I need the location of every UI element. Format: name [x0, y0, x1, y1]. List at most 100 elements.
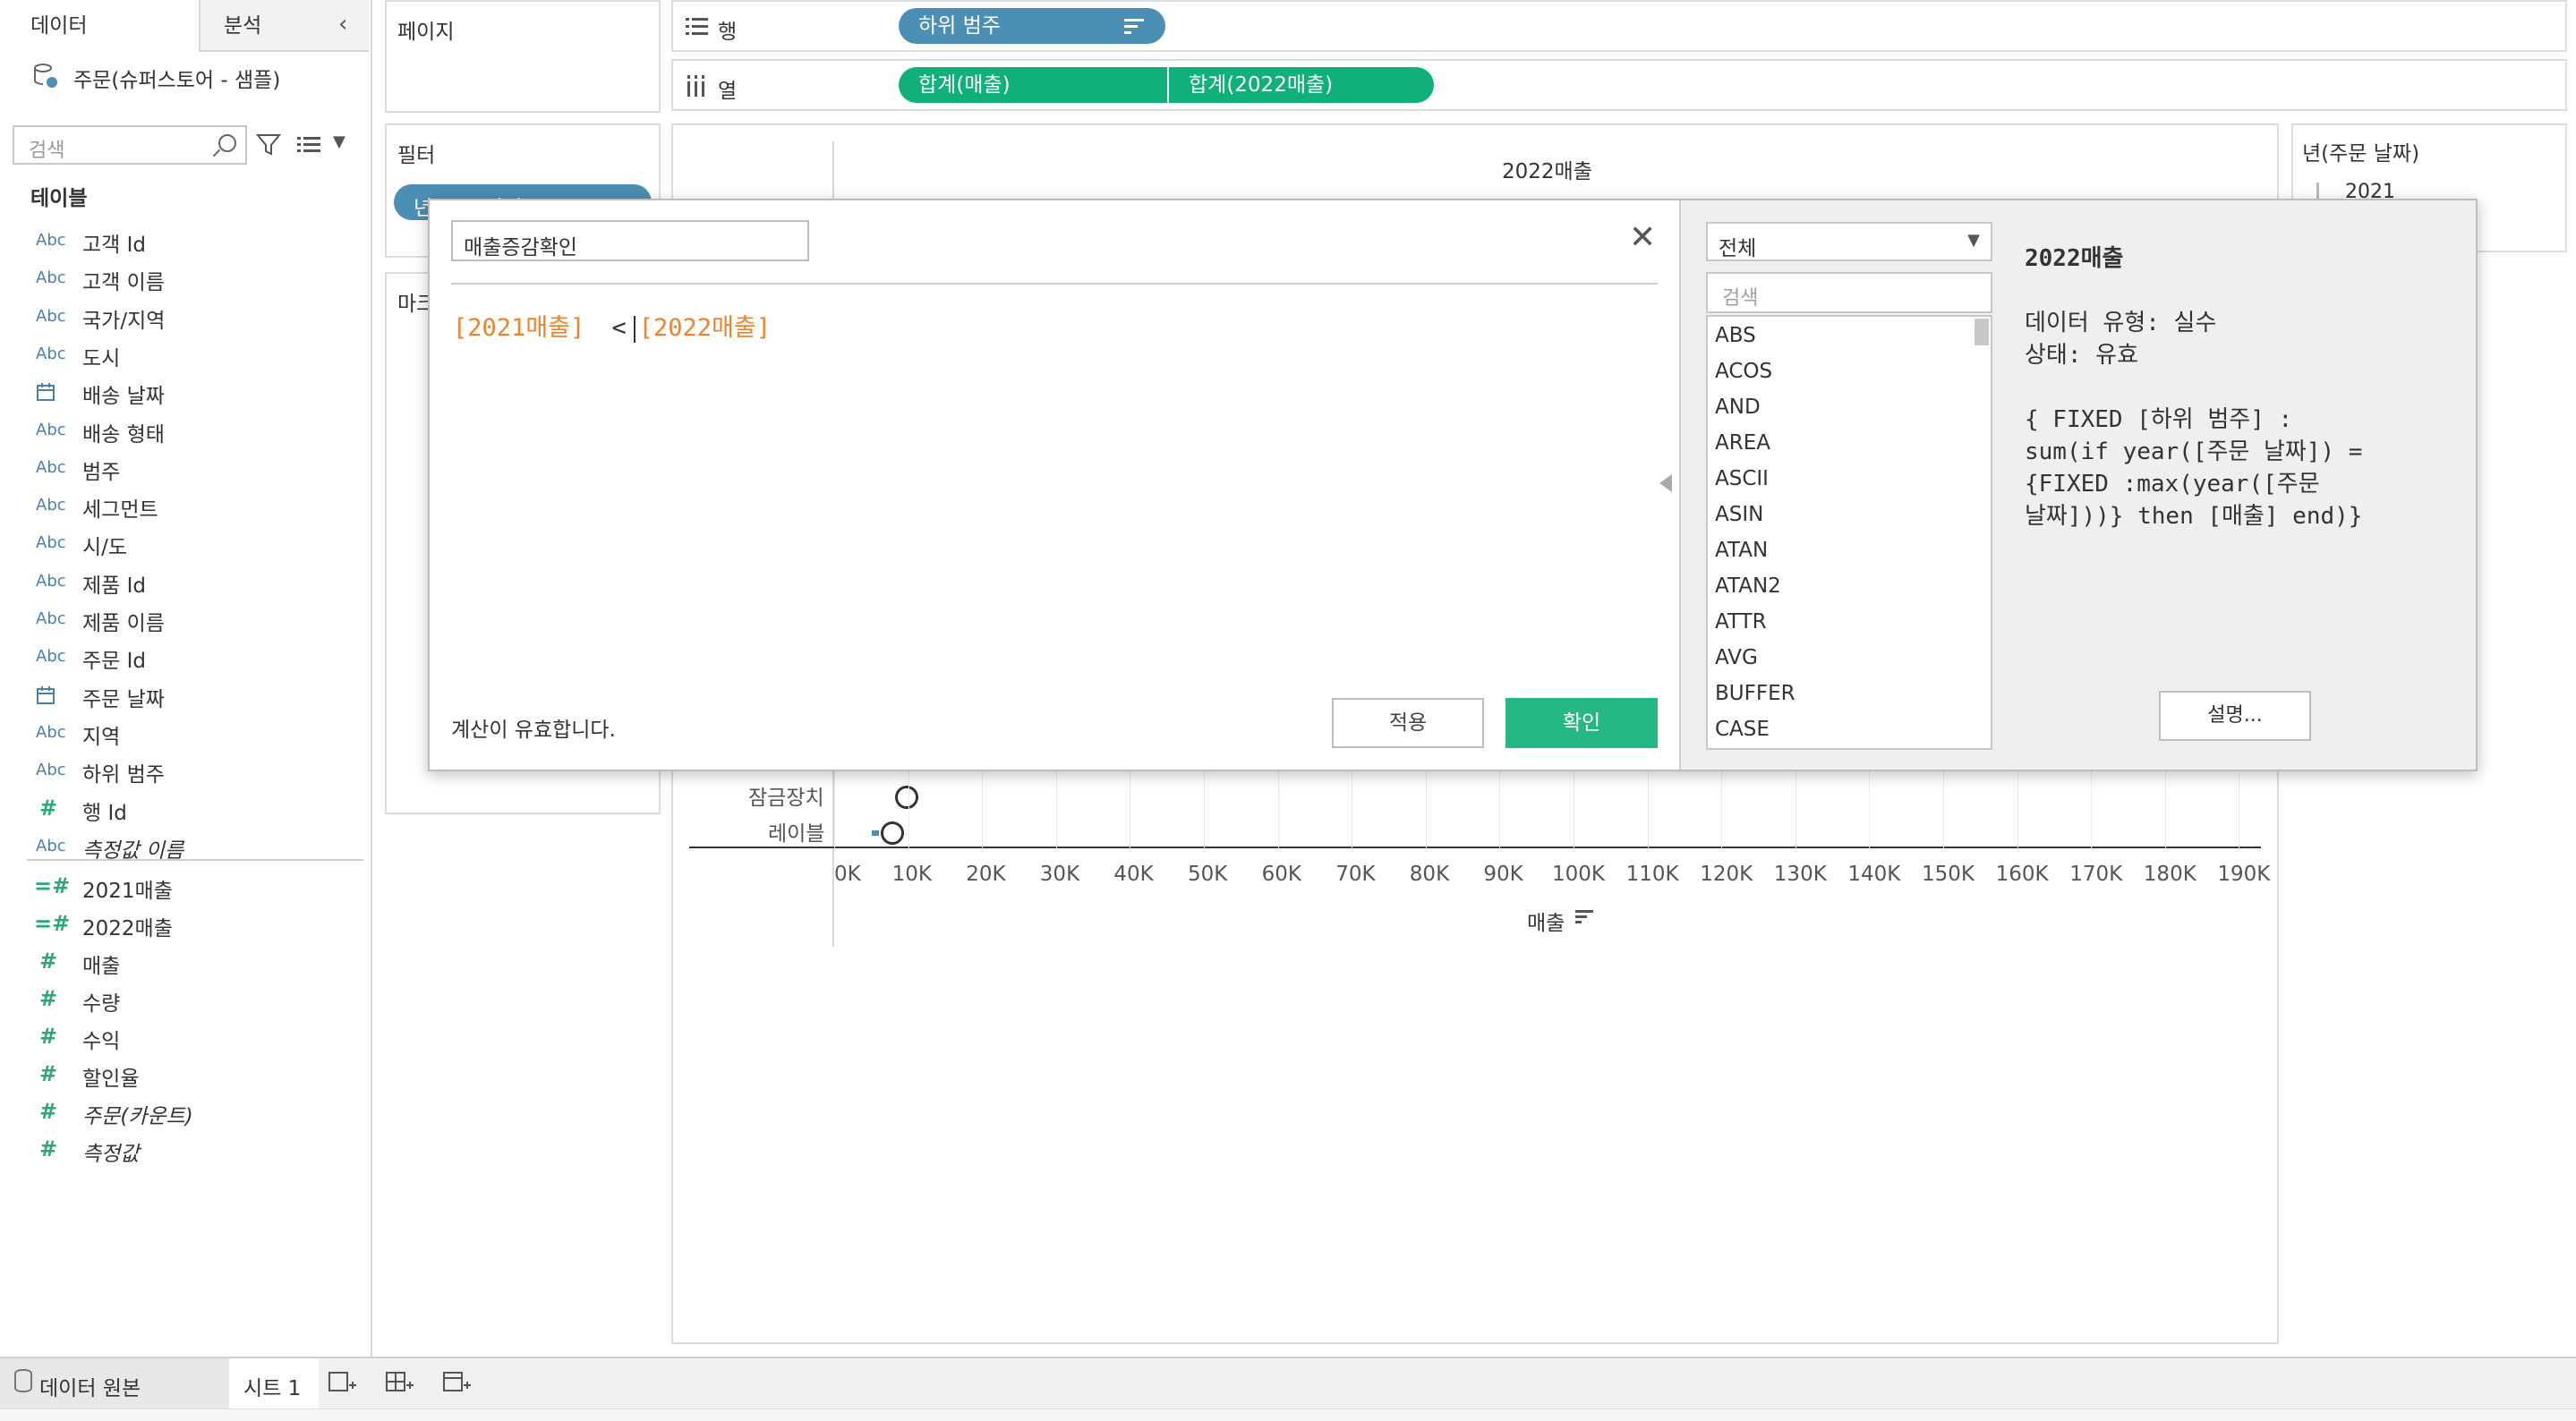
- close-icon[interactable]: ✕: [1629, 222, 1656, 254]
- field-name: 하위 범주: [82, 763, 165, 787]
- field-name: 측정값: [82, 1143, 140, 1166]
- view-list-icon[interactable]: [295, 132, 322, 157]
- field-item[interactable]: =# 2022매출: [0, 906, 367, 943]
- field-item[interactable]: # 수량: [0, 981, 367, 1018]
- measure-icon: #: [39, 986, 58, 1011]
- field-name: 세그먼트: [82, 498, 158, 523]
- field-name: 고객 Id: [82, 234, 147, 257]
- function-item[interactable]: ATAN: [1715, 539, 1768, 562]
- function-item[interactable]: ASCII: [1715, 467, 1769, 490]
- gridline: [1204, 770, 1205, 848]
- field-item[interactable]: Abc 시/도: [0, 524, 367, 562]
- function-item[interactable]: AND: [1715, 396, 1761, 419]
- field-item[interactable]: Abc 고객 이름: [0, 260, 367, 297]
- field-item[interactable]: # 주문(카운트): [0, 1093, 367, 1131]
- field-item[interactable]: # 매출: [0, 943, 367, 981]
- field-name: 배송 날짜: [82, 385, 165, 409]
- field-item[interactable]: Abc 국가/지역: [0, 298, 367, 336]
- rows-pill-subcategory[interactable]: 하위 범주: [899, 8, 1165, 44]
- function-item[interactable]: BUFFER: [1715, 682, 1796, 705]
- field-search-input[interactable]: 검색: [13, 125, 247, 165]
- field-item[interactable]: =# 2021매출: [0, 868, 367, 906]
- new-dashboard-icon[interactable]: [385, 1369, 415, 1396]
- new-story-icon[interactable]: [442, 1369, 473, 1396]
- sort-icon: [1124, 19, 1144, 34]
- field-item[interactable]: Abc 지역: [0, 714, 367, 752]
- help-line: 날짜]))} then [매출] end)}: [2025, 503, 2363, 530]
- field-item[interactable]: Abc 제품 이름: [0, 600, 367, 638]
- rows-label: 행: [718, 21, 738, 44]
- function-item[interactable]: ABS: [1715, 324, 1756, 347]
- axis-tick-label: 180K: [2143, 863, 2196, 886]
- function-item[interactable]: AVG: [1715, 646, 1758, 669]
- field-item[interactable]: Abc 하위 범주: [0, 752, 367, 789]
- string-type-icon: Abc: [36, 420, 66, 439]
- field-name: 2022매출: [82, 917, 173, 940]
- scrollbar-thumb[interactable]: [1975, 319, 1989, 345]
- function-item[interactable]: ATAN2: [1715, 574, 1781, 598]
- field-item[interactable]: Abc 주문 Id: [0, 638, 367, 676]
- field-item[interactable]: # 행 Id: [0, 790, 367, 828]
- date-type-icon: [36, 685, 55, 710]
- function-item[interactable]: ACOS: [1715, 360, 1772, 383]
- field-item[interactable]: 배송 날짜: [0, 373, 367, 411]
- datasource-tab[interactable]: 데이터 원본: [0, 1358, 229, 1408]
- field-item[interactable]: Abc 고객 Id: [0, 222, 367, 260]
- field-item[interactable]: Abc 배송 형태: [0, 412, 367, 449]
- string-type-icon: Abc: [36, 836, 66, 855]
- axis-tick-label: 150K: [1922, 863, 1975, 886]
- axis-tick-label: 190K: [2217, 863, 2271, 886]
- function-item[interactable]: AREA: [1715, 431, 1770, 455]
- gridline: [1721, 770, 1723, 848]
- chevron-left-icon[interactable]: ‹: [338, 11, 347, 38]
- field-name: 배송 형태: [82, 422, 165, 447]
- sort-icon[interactable]: [1575, 909, 1595, 925]
- gridline: [834, 770, 835, 848]
- function-category-select[interactable]: 전체 ▼: [1706, 222, 1992, 261]
- collapse-arrow-icon[interactable]: [1659, 474, 1672, 492]
- gridline: [1869, 770, 1871, 848]
- axis-tick-label: 60K: [1261, 863, 1301, 886]
- filters-label: 필터: [397, 144, 436, 167]
- pages-shelf[interactable]: 페이지: [385, 0, 661, 113]
- columns-pill-sum-sales[interactable]: 합계(매출): [899, 67, 1167, 103]
- string-type-icon: Abc: [36, 722, 66, 742]
- columns-icon: [687, 75, 704, 97]
- gridline: [1277, 770, 1279, 848]
- field-item[interactable]: Abc 도시: [0, 336, 367, 373]
- field-name: 수익: [82, 1030, 121, 1053]
- measure-icon: #: [39, 795, 58, 821]
- field-item[interactable]: 주문 날짜: [0, 676, 367, 714]
- columns-pill-sum-2022sales[interactable]: 합계(2022매출): [1169, 67, 1434, 103]
- tab-data[interactable]: 데이터: [0, 0, 199, 52]
- axis-tick-label: 160K: [1995, 863, 2049, 886]
- describe-button[interactable]: 설명...: [2159, 691, 2311, 741]
- calc-name-input[interactable]: 매출증감확인: [451, 220, 809, 261]
- function-item[interactable]: CASE: [1715, 718, 1770, 741]
- field-item[interactable]: # 수익: [0, 1018, 367, 1056]
- field-item[interactable]: # 할인율: [0, 1056, 367, 1093]
- new-worksheet-icon[interactable]: [328, 1369, 358, 1396]
- function-item[interactable]: ASIN: [1715, 503, 1763, 526]
- ok-button[interactable]: 확인: [1506, 698, 1658, 748]
- field-item[interactable]: Abc 세그먼트: [0, 487, 367, 524]
- datasource-name[interactable]: 주문(슈퍼스토어 - 샘플): [73, 63, 280, 93]
- tables-heading: 테이블: [30, 187, 88, 210]
- calculated-measure-icon: =#: [34, 873, 71, 898]
- field-item[interactable]: Abc 제품 Id: [0, 563, 367, 600]
- field-item[interactable]: Abc 범주: [0, 449, 367, 487]
- field-item[interactable]: # 측정값: [0, 1131, 367, 1169]
- apply-button[interactable]: 적용: [1332, 698, 1484, 748]
- formula-operator: <: [611, 314, 627, 342]
- chevron-down-icon[interactable]: ▼: [333, 132, 345, 151]
- measure-icon: #: [39, 1099, 58, 1124]
- axis-title: 매출: [1527, 912, 1565, 935]
- function-search-input[interactable]: 검색: [1706, 272, 1992, 313]
- sheet-tab[interactable]: 시트 1: [229, 1358, 319, 1408]
- gridline: [1943, 770, 1944, 848]
- filter-icon[interactable]: [256, 132, 281, 157]
- function-item[interactable]: ATTR: [1715, 610, 1767, 634]
- help-title: 2022매출: [2025, 245, 2124, 272]
- function-list[interactable]: ABS ACOS AND AREA ASCII ASIN ATAN ATAN2 ATTR AVG B…: [1706, 315, 1992, 750]
- formula-editor[interactable]: [2021매출] < [2022매출]: [453, 308, 771, 343]
